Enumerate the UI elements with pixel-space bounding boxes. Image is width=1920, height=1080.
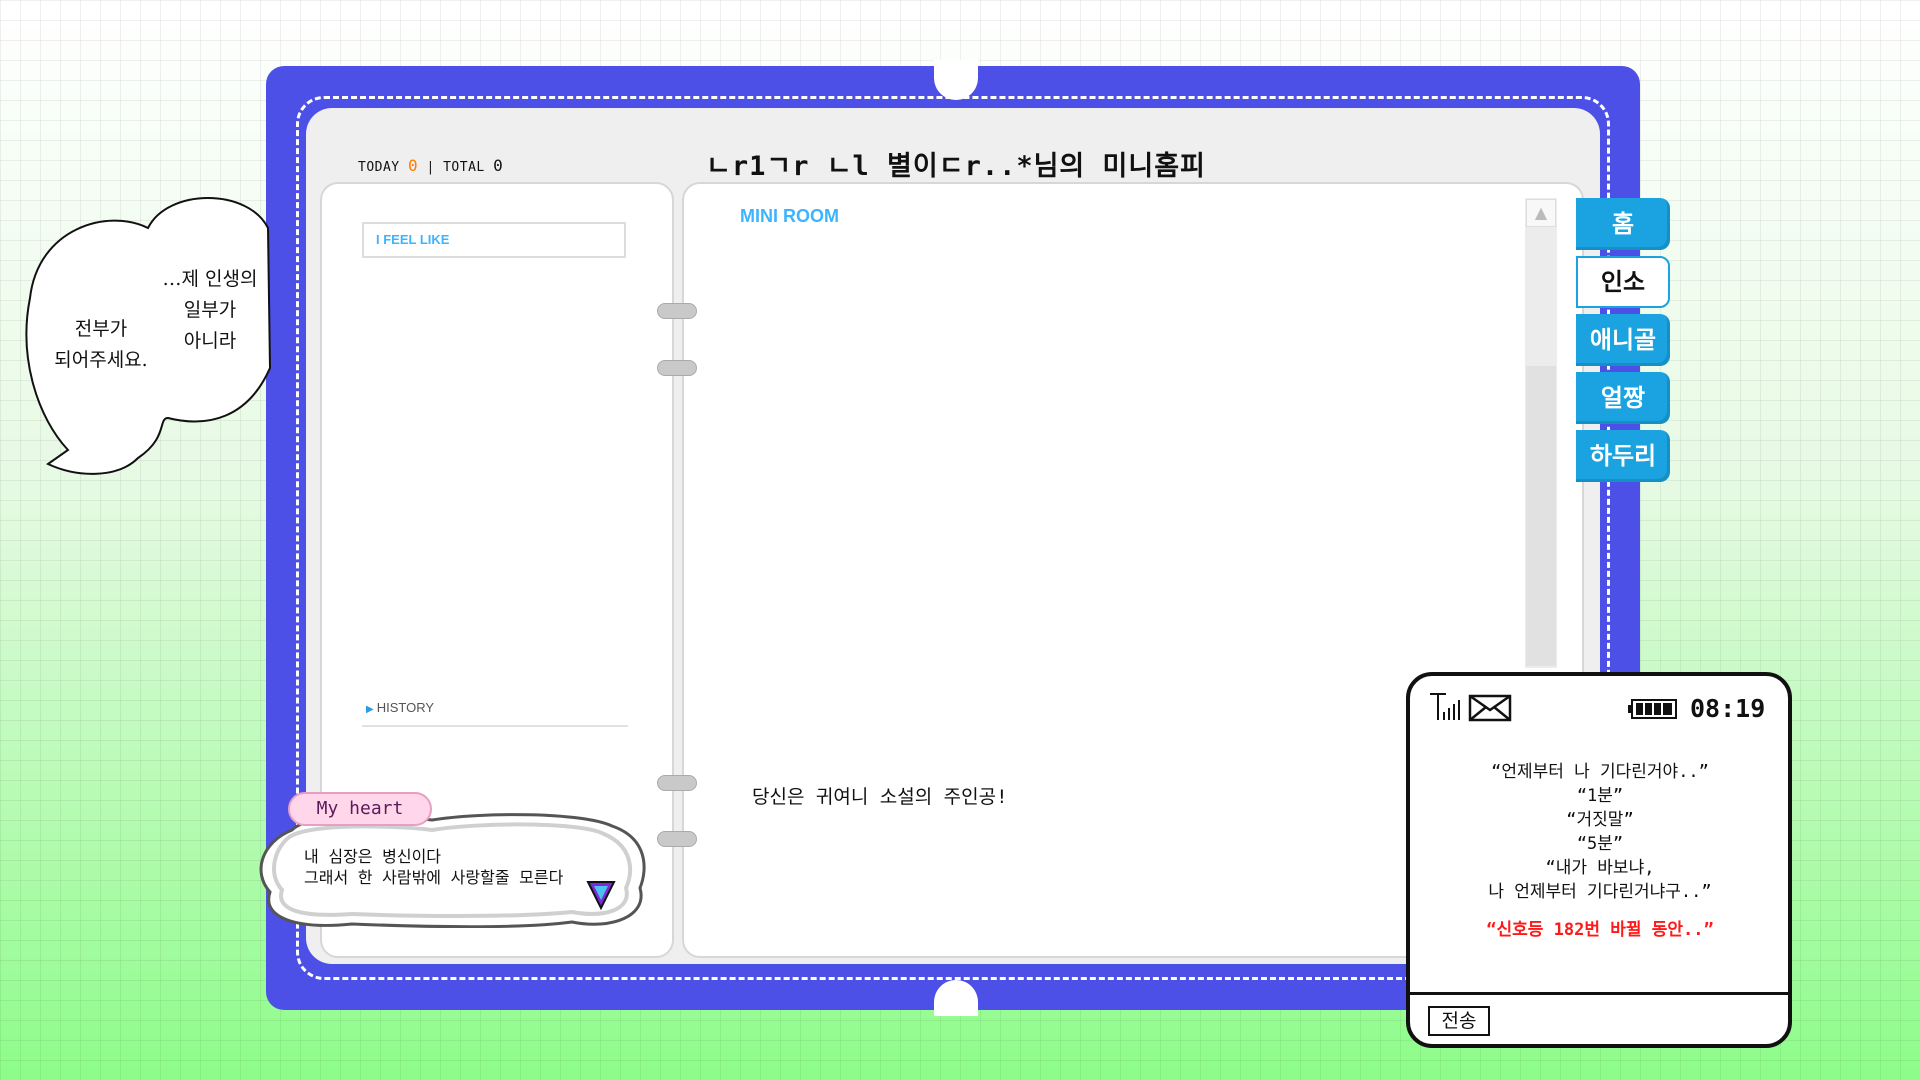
today-label: TODAY: [358, 160, 400, 175]
page-title: ㄴr1ㄱr ㄴl 별이ㄷr..*님의 미니홈피: [706, 151, 1206, 182]
envelope-icon: [1468, 694, 1512, 722]
phone-line: “5분”: [1576, 834, 1624, 854]
visitor-counter: TODAY 0 | TOTAL 0: [358, 156, 503, 175]
cloud-text-left: 전부가 되어주세요.: [38, 314, 164, 376]
counter-separator: |: [426, 160, 435, 175]
signal-icon: [1430, 693, 1460, 720]
phone-line: “언제부터 나 기다린거야..”: [1491, 762, 1709, 782]
heart-message: 내 심장은 병신이다 그래서 한 사람밖에 사랑할줄 모른다: [304, 846, 563, 888]
cloud-line: …제 인생의: [162, 268, 258, 290]
phone-line: “거짓말”: [1566, 810, 1634, 830]
total-label: TOTAL: [443, 160, 485, 175]
binder-ring: [657, 360, 697, 376]
heart-line: 내 심장은 병신이다: [304, 847, 442, 866]
phone-highlight-line: “신호등 182번 바뀔 동안..”: [1486, 920, 1714, 940]
feel-like-label: I FEEL LIKE: [376, 232, 450, 247]
cloud-line: 되어주세요.: [54, 349, 148, 371]
mini-room-title: MINI ROOM: [740, 206, 839, 226]
scroll-up-icon[interactable]: ▲: [1526, 199, 1556, 227]
diary-notch-bottom: [934, 980, 978, 1016]
binder-ring: [657, 303, 697, 319]
tab-anigol[interactable]: 애니골: [1576, 314, 1670, 366]
triangle-right-icon: ▶: [366, 704, 374, 715]
phone-line: 나 언제부터 기다린거냐구..”: [1488, 882, 1712, 902]
history-divider: [362, 725, 628, 727]
tab-haduri[interactable]: 하두리: [1576, 430, 1670, 482]
battery-icon: [1628, 699, 1677, 719]
scrollbar-thumb[interactable]: [1526, 366, 1556, 666]
total-count: 0: [493, 156, 504, 175]
mini-room-caption: 당신은 귀여니 소설의 주인공!: [752, 786, 1008, 808]
history-link[interactable]: ▶ HISTORY: [366, 700, 434, 715]
phone-message: “언제부터 나 기다린거야..” “1분” “거짓말” “5분” “내가 바보냐…: [1420, 760, 1780, 942]
binder-ring: [657, 831, 697, 847]
binder-ring: [657, 775, 697, 791]
phone-line: “1분”: [1576, 786, 1624, 806]
history-label: HISTORY: [376, 700, 435, 715]
tab-insso[interactable]: 인소: [1576, 256, 1670, 308]
cursor-triangle-icon: [586, 881, 616, 910]
cloud-line: 아니라: [183, 330, 237, 352]
send-button[interactable]: 전송: [1428, 1006, 1490, 1036]
phone-divider: [1410, 992, 1788, 995]
feel-like-box[interactable]: I FEEL LIKE: [362, 222, 626, 258]
cloud-line: 전부가: [74, 318, 128, 340]
tab-eoljjang[interactable]: 얼짱: [1576, 372, 1670, 424]
phone-line: “내가 바보냐,: [1545, 858, 1655, 878]
heart-line: 그래서 한 사람밖에 사랑할줄 모른다: [304, 868, 564, 887]
phone-time: 08:19: [1690, 694, 1766, 723]
diary-notch-top: [934, 60, 978, 100]
today-count: 0: [407, 156, 419, 175]
tab-home[interactable]: 홈: [1576, 198, 1670, 250]
my-heart-label: My heart: [288, 792, 432, 826]
cloud-text-right: …제 인생의 일부가 아니라: [150, 264, 270, 357]
cloud-line: 일부가: [183, 299, 237, 321]
